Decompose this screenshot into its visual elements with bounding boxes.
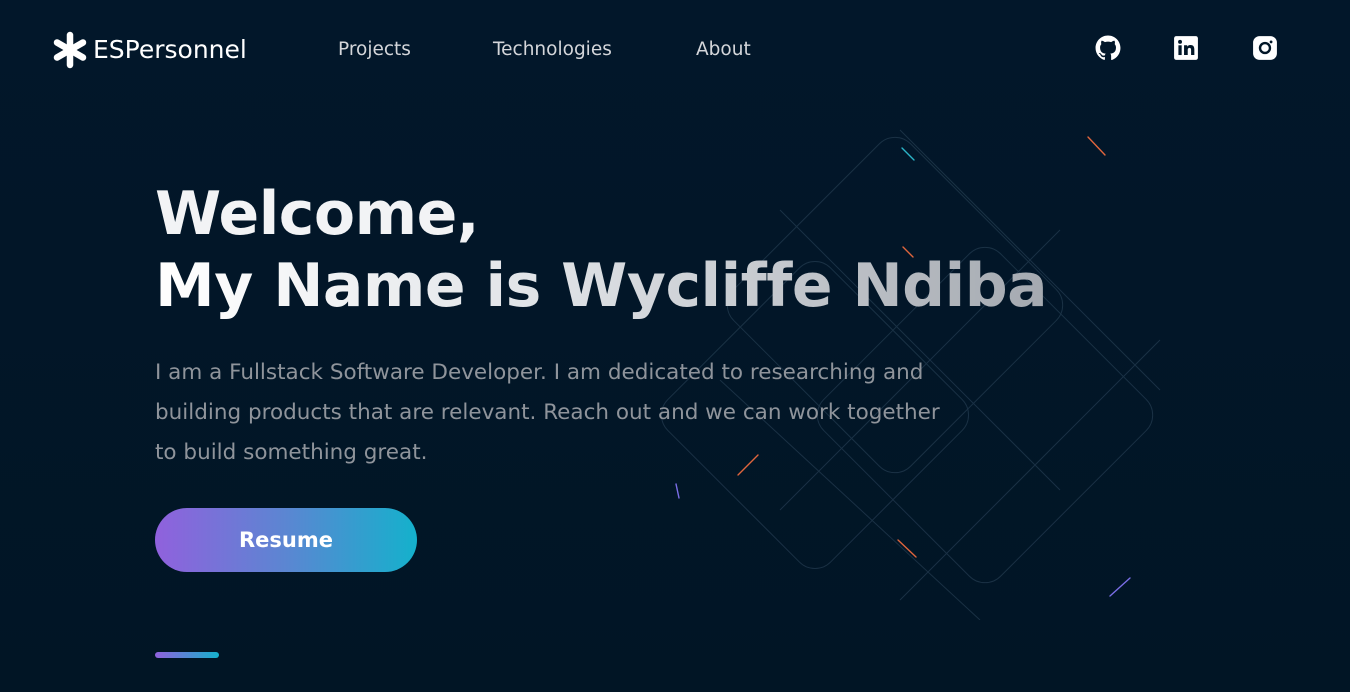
brand-name: ESPersonnel xyxy=(93,35,247,64)
hero-description: I am a Fullstack Software Developer. I a… xyxy=(155,360,940,465)
github-link[interactable] xyxy=(1095,35,1121,61)
site-header: ESPersonnel Projects Technologies About xyxy=(0,0,1350,100)
hero-title-line2: My Name is Wycliffe Ndiba xyxy=(155,251,1048,321)
github-icon xyxy=(1095,35,1121,60)
nav-link-projects[interactable]: Projects xyxy=(338,38,411,62)
linkedin-icon xyxy=(1174,36,1198,60)
brand-logo-link[interactable]: ESPersonnel xyxy=(52,31,247,69)
hero-title: Welcome, My Name is Wycliffe Ndiba xyxy=(155,178,1048,322)
instagram-icon xyxy=(1253,36,1277,60)
nav-link-about[interactable]: About xyxy=(696,38,751,62)
instagram-link[interactable] xyxy=(1252,35,1278,61)
asterisk-icon xyxy=(53,31,87,69)
linkedin-link[interactable] xyxy=(1173,35,1199,61)
nav-link-technologies[interactable]: Technologies xyxy=(493,38,612,62)
gradient-divider xyxy=(155,652,219,658)
resume-button[interactable]: Resume xyxy=(155,508,417,572)
hero-title-line1: Welcome, xyxy=(155,179,480,249)
